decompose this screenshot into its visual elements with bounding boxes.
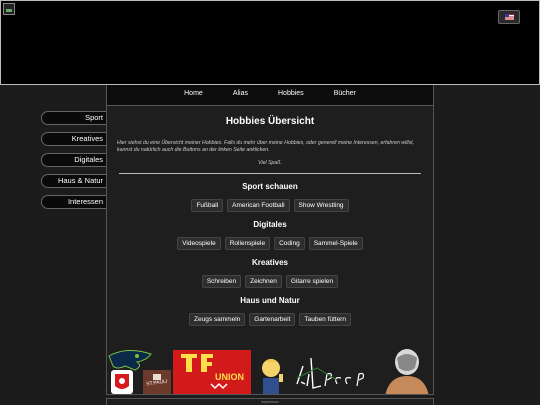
hobby-tag[interactable]: Zeugs sammeln bbox=[189, 313, 246, 326]
section-title: Digitales bbox=[253, 220, 287, 229]
svg-text:UNION: UNION bbox=[215, 372, 244, 382]
hobby-tag[interactable]: Videospiele bbox=[177, 237, 221, 250]
sidebar-item-sport[interactable]: Sport bbox=[41, 111, 106, 125]
section-title: Haus und Natur bbox=[240, 296, 300, 305]
top-navigation: Home Alias Hobbies Bücher bbox=[106, 85, 434, 105]
logo-strip: ST.PAULI UNION bbox=[108, 348, 433, 394]
footer[interactable]: Impressum bbox=[106, 398, 434, 405]
intro-sign-off: Viel Spaß. bbox=[258, 160, 282, 166]
section-title: Sport schauen bbox=[242, 182, 298, 191]
nav-home[interactable]: Home bbox=[184, 85, 203, 105]
section-kreatives: Kreatives Schreiben Zeichnen Gitarre spi… bbox=[107, 258, 433, 288]
hobby-tag[interactable]: Gartenarbeit bbox=[249, 313, 296, 326]
sidebar-item-interessen[interactable]: Interessen bbox=[41, 195, 106, 209]
broken-image-icon bbox=[3, 3, 15, 15]
intro-text: Hier siehst du eine Übersicht meiner Hob… bbox=[117, 140, 414, 153]
sidebar-item-kreatives[interactable]: Kreatives bbox=[41, 132, 106, 146]
nav-alias[interactable]: Alias bbox=[233, 85, 248, 105]
hobby-tag[interactable]: Show Wrestling bbox=[293, 199, 349, 212]
nav-buecher[interactable]: Bücher bbox=[334, 85, 356, 105]
page-title: Hobbies Übersicht bbox=[225, 116, 315, 127]
main-content: Hobbies Übersicht Hier siehst du eine Üb… bbox=[106, 105, 434, 395]
hobby-tag[interactable]: Gitarre spielen bbox=[285, 275, 339, 288]
section-title: Kreatives bbox=[251, 258, 289, 267]
lil-peep-tag bbox=[296, 357, 365, 389]
language-button[interactable] bbox=[498, 10, 520, 24]
sidebar: Sport Kreatives Digitales Haus & Natur I… bbox=[41, 111, 106, 216]
vault-boy-icon bbox=[255, 352, 289, 394]
southampton-logo bbox=[111, 370, 133, 394]
divider bbox=[119, 173, 421, 174]
hobby-tag[interactable]: Coding bbox=[274, 237, 305, 250]
union-berlin-logo: UNION bbox=[173, 350, 251, 394]
section-digitales: Digitales Videospiele Rollenspiele Codin… bbox=[107, 220, 433, 250]
nav-hobbies[interactable]: Hobbies bbox=[278, 85, 304, 105]
hobby-tag[interactable]: Fußball bbox=[191, 199, 224, 212]
hobby-tag[interactable]: Zeichnen bbox=[245, 275, 282, 288]
hobby-tag[interactable]: Rollenspiele bbox=[224, 237, 271, 250]
section-sport: Sport schauen Fußball American Football … bbox=[107, 182, 433, 212]
seattle-seahawks-logo bbox=[108, 350, 152, 371]
st-pauli-logo: ST.PAULI bbox=[143, 370, 171, 394]
hobby-tag[interactable]: Tauben füttern bbox=[299, 313, 351, 326]
us-flag-icon bbox=[504, 14, 514, 20]
wrestler-image bbox=[379, 348, 433, 394]
sidebar-item-haus-natur[interactable]: Haus & Natur bbox=[41, 174, 106, 188]
sidebar-item-digitales[interactable]: Digitales bbox=[41, 153, 106, 167]
hobby-tag[interactable]: Schreiben bbox=[201, 275, 242, 288]
section-haus-natur: Haus und Natur Zeugs sammeln Gartenarbei… bbox=[107, 296, 433, 326]
hobby-tag[interactable]: Sammel-Spiele bbox=[308, 237, 363, 250]
header-banner bbox=[0, 0, 540, 85]
hobby-tag[interactable]: American Football bbox=[227, 199, 290, 212]
